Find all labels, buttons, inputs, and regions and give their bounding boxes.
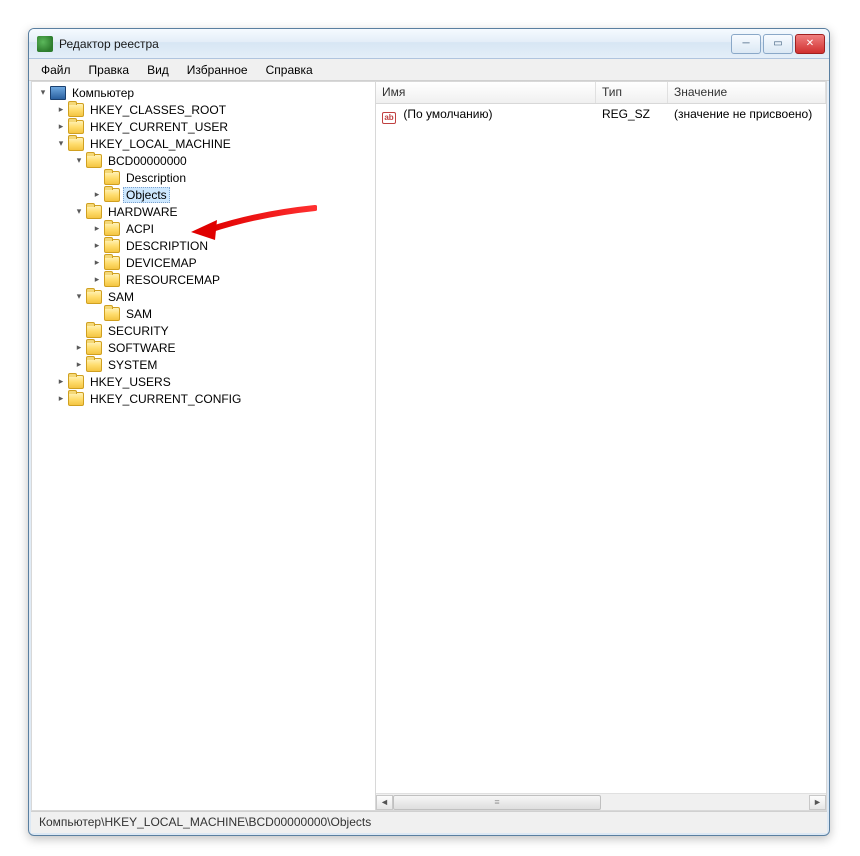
status-bar: Компьютер\HKEY_LOCAL_MACHINE\BCD00000000…: [31, 811, 827, 833]
tree-sam[interactable]: SAM: [105, 289, 137, 305]
scroll-track[interactable]: ≡: [393, 795, 809, 810]
menu-edit[interactable]: Правка: [81, 61, 138, 79]
expander-icon[interactable]: ▾: [36, 86, 50, 100]
folder-icon: [104, 273, 120, 287]
menu-view[interactable]: Вид: [139, 61, 177, 79]
expander-icon[interactable]: ▸: [72, 341, 86, 355]
horizontal-scrollbar[interactable]: ◄ ≡ ►: [376, 793, 826, 810]
tree-resourcemap[interactable]: RESOURCEMAP: [123, 272, 223, 288]
value-type: REG_SZ: [596, 106, 668, 125]
folder-icon: [104, 239, 120, 253]
col-value[interactable]: Значение: [668, 82, 826, 103]
folder-icon: [104, 256, 120, 270]
expander-icon[interactable]: ▸: [90, 222, 104, 236]
col-name[interactable]: Имя: [376, 82, 596, 103]
list-header: Имя Тип Значение: [376, 82, 826, 104]
folder-icon: [86, 154, 102, 168]
expander-icon[interactable]: ▾: [72, 290, 86, 304]
expander-icon[interactable]: ▸: [72, 358, 86, 372]
expander-icon[interactable]: ▸: [90, 188, 104, 202]
maximize-button[interactable]: ▭: [763, 34, 793, 54]
tree-bcd[interactable]: BCD00000000: [105, 153, 190, 169]
window-title: Редактор реестра: [59, 37, 731, 51]
tree-hklm[interactable]: HKEY_LOCAL_MACHINE: [87, 136, 234, 152]
tree-hkcc[interactable]: HKEY_CURRENT_CONFIG: [87, 391, 244, 407]
value-data: (значение не присвоено): [668, 106, 826, 125]
tree-pane[interactable]: ▾ Компьютер ▸ HKEY_CLASSES_ROOT ▸ HKEY_C…: [32, 82, 376, 810]
scroll-left-icon[interactable]: ◄: [376, 795, 393, 810]
tree-system[interactable]: SYSTEM: [105, 357, 160, 373]
menu-bar: Файл Правка Вид Избранное Справка: [29, 59, 829, 81]
folder-icon: [86, 341, 102, 355]
tree-hku[interactable]: HKEY_USERS: [87, 374, 174, 390]
folder-icon: [86, 290, 102, 304]
folder-icon: [68, 103, 84, 117]
tree-hardware[interactable]: HARDWARE: [105, 204, 181, 220]
close-button[interactable]: ✕: [795, 34, 825, 54]
folder-icon: [86, 358, 102, 372]
tree-hkcr[interactable]: HKEY_CLASSES_ROOT: [87, 102, 229, 118]
tree-devicemap[interactable]: DEVICEMAP: [123, 255, 200, 271]
folder-icon: [86, 324, 102, 338]
content-area: ▾ Компьютер ▸ HKEY_CLASSES_ROOT ▸ HKEY_C…: [31, 81, 827, 811]
status-path: Компьютер\HKEY_LOCAL_MACHINE\BCD00000000…: [39, 815, 371, 829]
tree-software[interactable]: SOFTWARE: [105, 340, 179, 356]
tree-bcd-objects[interactable]: Objects: [123, 187, 170, 203]
folder-icon: [104, 307, 120, 321]
scroll-right-icon[interactable]: ►: [809, 795, 826, 810]
list-row[interactable]: ab (По умолчанию) REG_SZ (значение не пр…: [376, 104, 826, 127]
folder-icon: [86, 205, 102, 219]
folder-icon: [68, 137, 84, 151]
expander-icon[interactable]: ▾: [54, 137, 68, 151]
expander-icon[interactable]: ▾: [72, 205, 86, 219]
menu-help[interactable]: Справка: [258, 61, 321, 79]
expander-icon[interactable]: ▸: [54, 103, 68, 117]
expander-icon[interactable]: ▾: [72, 154, 86, 168]
expander-icon[interactable]: ▸: [90, 256, 104, 270]
tree-sam-inner[interactable]: SAM: [123, 306, 155, 322]
menu-file[interactable]: Файл: [33, 61, 79, 79]
values-pane: Имя Тип Значение ab (По умолчанию) REG_S…: [376, 82, 826, 810]
minimize-button[interactable]: ─: [731, 34, 761, 54]
expander-icon[interactable]: ▸: [54, 392, 68, 406]
computer-icon: [50, 86, 66, 100]
folder-icon: [104, 222, 120, 236]
folder-icon: [104, 171, 120, 185]
expander-icon[interactable]: ▸: [90, 239, 104, 253]
tree-bcd-description[interactable]: Description: [123, 170, 189, 186]
col-type[interactable]: Тип: [596, 82, 668, 103]
folder-icon: [68, 392, 84, 406]
expander-icon[interactable]: ▸: [54, 120, 68, 134]
menu-favorites[interactable]: Избранное: [179, 61, 256, 79]
tree-description[interactable]: DESCRIPTION: [123, 238, 211, 254]
expander-icon[interactable]: ▸: [90, 273, 104, 287]
registry-editor-window: Редактор реестра ─ ▭ ✕ Файл Правка Вид И…: [28, 28, 830, 836]
tree-security[interactable]: SECURITY: [105, 323, 172, 339]
tree-root[interactable]: Компьютер: [69, 85, 137, 101]
folder-icon: [104, 188, 120, 202]
tree-acpi[interactable]: ACPI: [123, 221, 157, 237]
folder-icon: [68, 120, 84, 134]
string-value-icon: ab: [382, 112, 396, 124]
folder-icon: [68, 375, 84, 389]
scroll-thumb[interactable]: ≡: [393, 795, 601, 810]
expander-icon[interactable]: ▸: [54, 375, 68, 389]
title-bar[interactable]: Редактор реестра ─ ▭ ✕: [29, 29, 829, 59]
app-icon: [37, 36, 53, 52]
tree-hkcu[interactable]: HKEY_CURRENT_USER: [87, 119, 231, 135]
list-body[interactable]: ab (По умолчанию) REG_SZ (значение не пр…: [376, 104, 826, 793]
value-name: (По умолчанию): [403, 107, 492, 121]
